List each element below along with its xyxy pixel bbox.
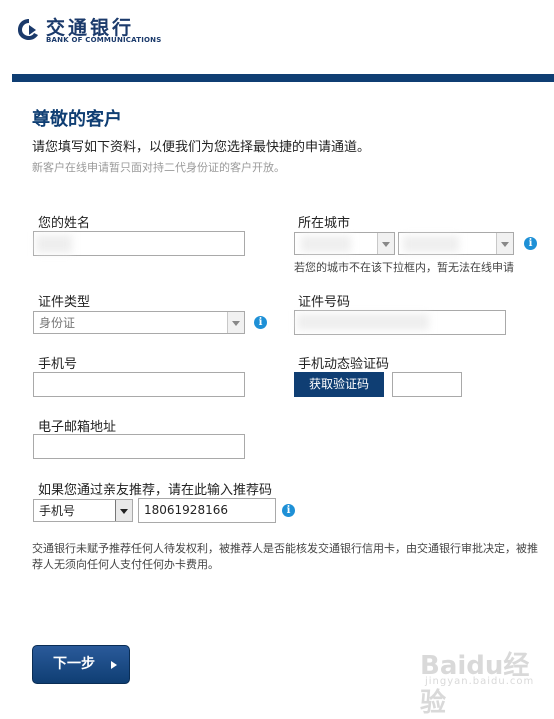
id-type-value: 身份证 bbox=[39, 316, 76, 330]
info-icon[interactable]: i bbox=[282, 504, 295, 517]
disclaimer-text: 交通银行未赋予推荐任何人待发权利，被推荐人是否能核发交通银行信用卡，由交通银行审… bbox=[32, 542, 538, 571]
page-subtitle: 请您填写如下资料，以便我们为您选择最快捷的申请通道。 bbox=[32, 140, 371, 155]
city-label: 所在城市 bbox=[298, 216, 351, 231]
province-select[interactable] bbox=[294, 232, 395, 255]
name-redaction bbox=[36, 235, 72, 253]
chevron-down-icon bbox=[227, 312, 244, 333]
id-type-label: 证件类型 bbox=[38, 295, 91, 310]
arrow-right-icon bbox=[111, 661, 117, 669]
bank-logo-subtitle: BANK OF COMMUNICATIONS bbox=[46, 36, 162, 44]
next-step-button[interactable]: 下一步 bbox=[32, 645, 130, 684]
city-hint: 若您的城市不在该下拉框内，暂无法在线申请 bbox=[294, 261, 514, 274]
id-number-input[interactable] bbox=[294, 310, 506, 335]
get-otp-button[interactable]: 获取验证码 bbox=[294, 372, 384, 397]
email-label: 电子邮箱地址 bbox=[38, 420, 117, 435]
chevron-down-icon bbox=[115, 500, 132, 521]
chevron-down-icon bbox=[496, 233, 513, 254]
page-title: 尊敬的客户 bbox=[32, 109, 122, 130]
email-input[interactable] bbox=[33, 434, 245, 459]
otp-input[interactable] bbox=[392, 372, 462, 397]
referral-type-value: 手机号 bbox=[39, 504, 76, 518]
city-redaction bbox=[403, 236, 459, 252]
referral-label: 如果您通过亲友推荐，请在此输入推荐码 bbox=[38, 483, 273, 498]
phone-label: 手机号 bbox=[38, 357, 78, 372]
province-redaction bbox=[301, 236, 351, 252]
header-bar bbox=[12, 74, 554, 82]
name-label: 您的姓名 bbox=[38, 216, 91, 231]
referral-type-select[interactable]: 手机号 bbox=[33, 499, 133, 522]
id-number-label: 证件号码 bbox=[298, 295, 351, 310]
referral-code-input[interactable]: 18061928166 bbox=[138, 498, 276, 523]
info-icon[interactable]: i bbox=[524, 237, 537, 250]
chevron-down-icon bbox=[377, 233, 394, 254]
info-icon[interactable]: i bbox=[254, 316, 267, 329]
id-number-redaction bbox=[297, 314, 429, 330]
page-note: 新客户在线申请暂只面对持二代身份证的客户开放。 bbox=[32, 161, 285, 174]
next-step-label: 下一步 bbox=[53, 656, 95, 672]
city-select[interactable] bbox=[398, 232, 514, 255]
bank-logo-icon bbox=[18, 19, 38, 40]
otp-label: 手机动态验证码 bbox=[298, 357, 390, 372]
name-input[interactable] bbox=[33, 231, 245, 256]
id-type-select[interactable]: 身份证 bbox=[33, 311, 245, 334]
watermark-url: jingyan.baidu.com bbox=[425, 676, 535, 687]
phone-input[interactable] bbox=[33, 372, 245, 397]
